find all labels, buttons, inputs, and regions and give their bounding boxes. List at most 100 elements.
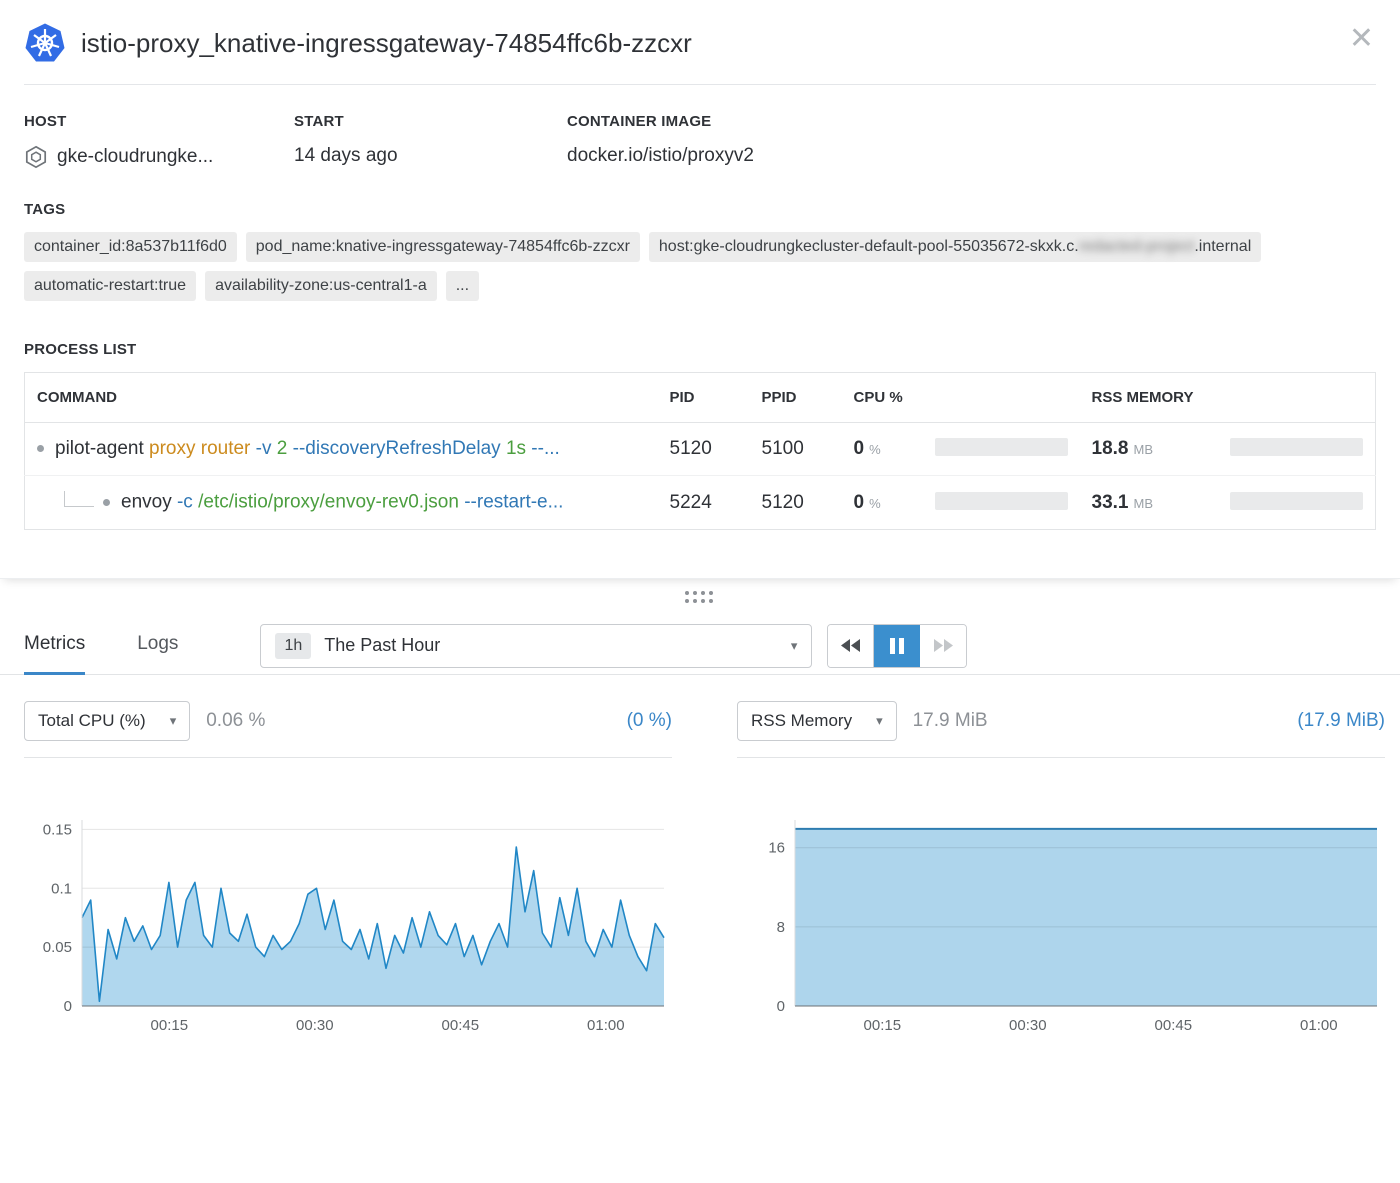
tag-text-segment: automatic-restart:true — [34, 277, 186, 294]
close-icon[interactable]: ✕ — [1349, 24, 1374, 54]
process-row[interactable]: envoy -c /etc/istio/proxy/envoy-rev0.jso… — [25, 476, 1376, 530]
cpu-latest-value[interactable]: (0 %) — [627, 710, 672, 732]
pause-button[interactable] — [874, 625, 920, 667]
container-overview-panel: istio-proxy_knative-ingressgateway-74854… — [0, 0, 1400, 579]
svg-text:16: 16 — [768, 840, 785, 857]
svg-text:00:15: 00:15 — [151, 1017, 189, 1034]
fast-forward-button[interactable] — [920, 625, 966, 667]
command-segment: -c — [177, 492, 198, 513]
command-segment: --restart-e... — [464, 492, 563, 513]
svg-text:01:00: 01:00 — [587, 1017, 625, 1034]
tag-pill[interactable]: availability-zone:us-central1-a — [205, 271, 437, 301]
svg-text:00:30: 00:30 — [296, 1017, 334, 1034]
cpu-chart-header: Total CPU (%) ▾ 0.06 % (0 %) — [24, 701, 672, 758]
controls-row: Metrics Logs 1h The Past Hour ▾ — [0, 617, 1400, 675]
process-dot-icon — [103, 499, 110, 506]
container-image-label: CONTAINER IMAGE — [567, 113, 1376, 130]
time-range-select[interactable]: 1h The Past Hour ▾ — [260, 624, 812, 668]
tag-text-segment: host:gke-cloudrungkecluster-default-pool… — [659, 238, 1079, 255]
svg-text:0: 0 — [64, 998, 72, 1015]
command-segment: 1s — [506, 438, 531, 459]
col-command[interactable]: COMMAND — [25, 373, 658, 423]
process-dot-icon — [37, 445, 44, 452]
command-segment: envoy — [121, 492, 177, 513]
command-segment: pilot-agent — [55, 438, 149, 459]
command-segment: --... — [531, 438, 560, 459]
rewind-button[interactable] — [828, 625, 874, 667]
tag-text-segment: pod_name:knative-ingressgateway-74854ffc… — [256, 238, 630, 255]
chevron-down-icon: ▾ — [791, 638, 798, 654]
rss-trend-bar — [1230, 492, 1363, 510]
tag-text-segment: ... — [456, 277, 469, 294]
command-cell: pilot-agent proxy router -v 2 --discover… — [25, 423, 658, 476]
command-segment: /etc/istio/proxy/envoy-rev0.json — [198, 492, 464, 513]
tag-redacted-segment: redacted-project — [1079, 238, 1195, 255]
tag-text-segment: container_id:8a537b11f6d0 — [34, 238, 227, 255]
info-container-image: CONTAINER IMAGE docker.io/istio/proxyv2 — [567, 113, 1376, 169]
charts-row: Total CPU (%) ▾ 0.06 % (0 %) 00.050.10.1… — [0, 675, 1400, 1036]
col-ppid[interactable]: PPID — [750, 373, 842, 423]
svg-text:00:30: 00:30 — [1009, 1017, 1047, 1034]
svg-text:0.15: 0.15 — [43, 821, 72, 838]
cpu-cell: 0% — [842, 476, 1080, 530]
ppid-cell: 5120 — [750, 476, 842, 530]
col-pid[interactable]: PID — [658, 373, 750, 423]
drag-handle-icon[interactable] — [685, 591, 715, 605]
time-range-badge: 1h — [275, 633, 311, 659]
title-row: istio-proxy_knative-ingressgateway-74854… — [24, 22, 1376, 84]
start-value: 14 days ago — [294, 145, 398, 167]
tag-pill[interactable]: automatic-restart:true — [24, 271, 196, 301]
col-rss-memory[interactable]: RSS MEMORY — [1080, 373, 1376, 423]
rss-cell: 18.8MB — [1080, 423, 1376, 476]
memory-latest-value[interactable]: (17.9 MiB) — [1297, 710, 1385, 732]
playback-controls — [827, 624, 967, 668]
ppid-cell: 5100 — [750, 423, 842, 476]
memory-metric-select-label: RSS Memory — [751, 711, 852, 731]
tag-text-segment: availability-zone:us-central1-a — [215, 277, 427, 294]
rewind-icon — [841, 639, 860, 652]
svg-text:00:15: 00:15 — [864, 1017, 902, 1034]
cpu-cell: 0% — [842, 423, 1080, 476]
cpu-chart-column: Total CPU (%) ▾ 0.06 % (0 %) 00.050.10.1… — [24, 701, 672, 1036]
command-cell: envoy -c /etc/istio/proxy/envoy-rev0.jso… — [25, 476, 658, 530]
metrics-panel: Metrics Logs 1h The Past Hour ▾ — [0, 617, 1400, 1036]
tag-pill[interactable]: ... — [446, 271, 479, 301]
col-cpu[interactable]: CPU % — [842, 373, 1080, 423]
cpu-current-value: 0.06 % — [206, 710, 265, 732]
page-title: istio-proxy_knative-ingressgateway-74854… — [81, 28, 692, 59]
svg-text:00:45: 00:45 — [442, 1017, 480, 1034]
cpu-timeseries-chart[interactable]: 00.050.10.1500:1500:3000:4501:00 — [24, 808, 672, 1036]
host-hexagon-icon — [24, 145, 48, 169]
tag-pill[interactable]: host:gke-cloudrungkecluster-default-pool… — [649, 232, 1261, 262]
panel-split-divider[interactable] — [0, 579, 1400, 617]
tag-pill[interactable]: container_id:8a537b11f6d0 — [24, 232, 237, 262]
tab-logs[interactable]: Logs — [137, 617, 178, 675]
container-image-value: docker.io/istio/proxyv2 — [567, 145, 754, 167]
svg-text:00:45: 00:45 — [1155, 1017, 1193, 1034]
command-segment: proxy router — [149, 438, 256, 459]
command-segment: --discoveryRefreshDelay — [293, 438, 506, 459]
process-table: COMMAND PID PPID CPU % RSS MEMORY pilot-… — [24, 372, 1376, 530]
info-host: HOST gke-cloudrungke... — [24, 113, 294, 169]
host-label: HOST — [24, 113, 294, 130]
kubernetes-icon — [24, 22, 66, 64]
svg-text:0.05: 0.05 — [43, 939, 72, 956]
process-table-body: pilot-agent proxy router -v 2 --discover… — [25, 423, 1376, 530]
info-start: START 14 days ago — [294, 113, 567, 169]
command-segment: 2 — [277, 438, 293, 459]
container-detail-modal: istio-proxy_knative-ingressgateway-74854… — [0, 0, 1400, 1036]
memory-metric-select[interactable]: RSS Memory ▾ — [737, 701, 897, 741]
tag-text-segment: .internal — [1194, 238, 1251, 255]
tag-pill[interactable]: pod_name:knative-ingressgateway-74854ffc… — [246, 232, 640, 262]
rss-trend-bar — [1230, 438, 1363, 456]
host-value[interactable]: gke-cloudrungke... — [57, 146, 213, 168]
memory-timeseries-chart[interactable]: 0 8 16 00:15 00:30 00:45 01:00 — [737, 808, 1385, 1036]
svg-text:0: 0 — [777, 998, 785, 1015]
svg-text:01:00: 01:00 — [1300, 1017, 1338, 1034]
process-row[interactable]: pilot-agent proxy router -v 2 --discover… — [25, 423, 1376, 476]
tab-metrics[interactable]: Metrics — [24, 617, 85, 675]
svg-text:8: 8 — [777, 919, 785, 936]
time-range-label: The Past Hour — [324, 635, 778, 656]
title-divider — [24, 84, 1376, 85]
cpu-metric-select[interactable]: Total CPU (%) ▾ — [24, 701, 190, 741]
